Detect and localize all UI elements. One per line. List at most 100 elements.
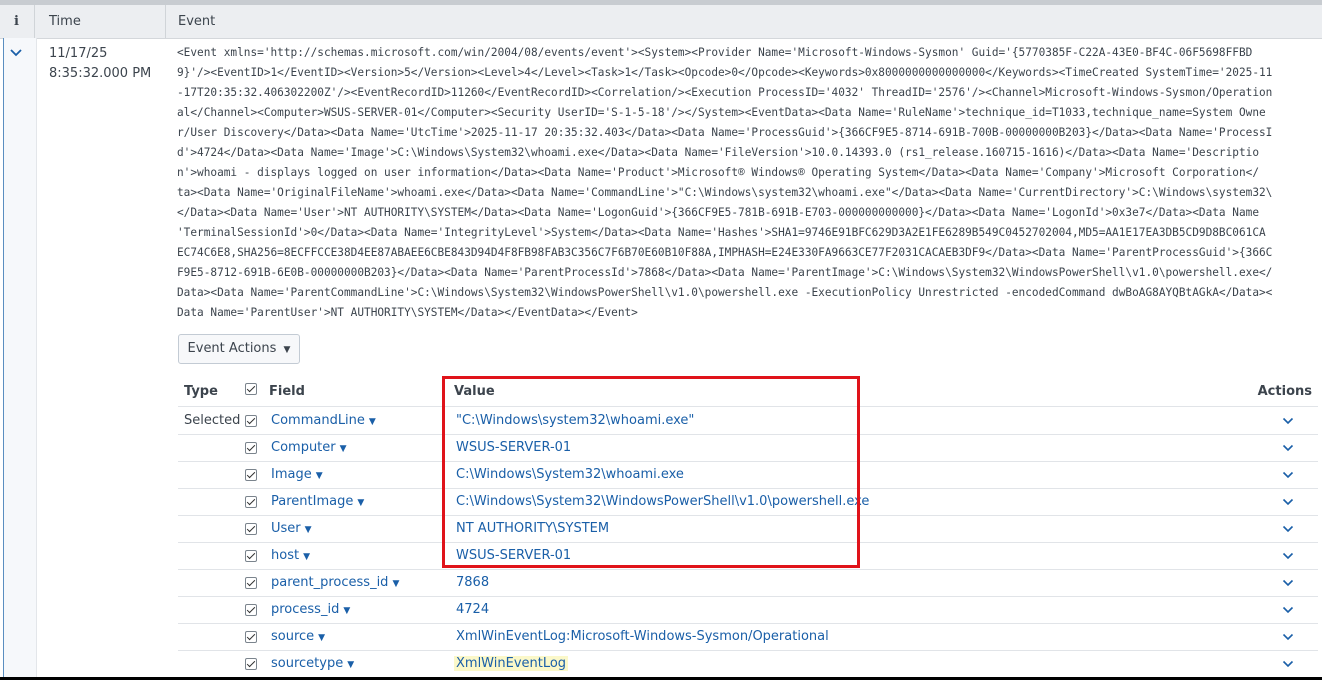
caret-down-icon: ▼ (347, 660, 355, 670)
event-actions-button[interactable]: Event Actions ▼ (178, 334, 300, 364)
field-actions-chevron-icon[interactable] (1282, 525, 1294, 533)
field-checkbox[interactable] (245, 415, 257, 427)
caret-down-icon: ▼ (283, 345, 291, 355)
field-row: source ▼ XmlWinEventLog:Microsoft-Windows-… (178, 623, 1318, 651)
caret-down-icon: ▼ (392, 579, 400, 589)
field-row: ParentImage ▼ C:\Windows\System32\WindowsP… (178, 488, 1318, 516)
selected-type-label: Selected (184, 413, 241, 428)
field-name-link[interactable]: CommandLine ▼ (271, 413, 376, 428)
field-name-link[interactable]: host ▼ (271, 548, 310, 563)
field-name-text: Image (271, 467, 312, 482)
field-row: Image ▼ C:\Windows\System32\whoami.exe (178, 461, 1318, 489)
field-row: User ▼ NT AUTHORITY\SYSTEM (178, 515, 1318, 543)
field-checkbox[interactable] (245, 469, 257, 481)
field-actions-chevron-icon[interactable] (1282, 660, 1294, 668)
event-time: 8:35:32.000 PM (49, 66, 152, 81)
raw-event-xml: <Event xmlns='http://schemas.microsoft.c… (177, 43, 1322, 323)
caret-down-icon: ▼ (315, 471, 323, 481)
fields-table-header: Type Field Value Actions (178, 376, 1318, 407)
type-column-header: Type (184, 384, 218, 399)
row-expand-gutter (3, 38, 37, 677)
field-actions-chevron-icon[interactable] (1282, 471, 1294, 479)
raw-event-line: Data Name='ParentUser'>NT AUTHORITY\SYST… (177, 306, 638, 319)
field-name-link[interactable]: process_id ▼ (271, 602, 350, 617)
field-name-link[interactable]: Computer ▼ (271, 440, 347, 455)
field-value-link[interactable]: XmlWinEventLog:Microsoft-Windows-Sysmon/… (456, 629, 829, 644)
field-name-text: process_id (271, 602, 340, 617)
field-checkbox[interactable] (245, 631, 257, 643)
field-name-link[interactable]: User ▼ (271, 521, 312, 536)
raw-event-line: n'>whoami - displays logged on user info… (177, 166, 1259, 179)
raw-event-line: al</Channel><Computer>WSUS-SERVER-01</Co… (177, 106, 1266, 119)
field-value-link[interactable]: 4724 (456, 602, 489, 617)
field-checkbox[interactable] (245, 604, 257, 616)
raw-event-line: Data><Data Name='ParentCommandLine'>C:\W… (177, 286, 1273, 299)
caret-down-icon: ▼ (304, 525, 312, 535)
field-row: parent_process_id ▼ 7868 (178, 569, 1318, 597)
value-column-header: Value (454, 384, 495, 399)
raw-event-line: </Data><Data Name='User'>NT AUTHORITY\SY… (177, 206, 1259, 219)
field-name-link[interactable]: Image ▼ (271, 467, 323, 482)
field-actions-chevron-icon[interactable] (1282, 444, 1294, 452)
field-name-link[interactable]: sourcetype ▼ (271, 656, 354, 671)
field-name-text: Computer (271, 440, 336, 455)
field-value-link[interactable]: 7868 (456, 575, 489, 590)
column-separator (165, 5, 166, 38)
raw-event-line: ta><Data Name='OriginalFileName'>whoami.… (177, 186, 1273, 199)
field-actions-chevron-icon[interactable] (1282, 633, 1294, 641)
field-checkbox[interactable] (245, 550, 257, 562)
field-name-link[interactable]: ParentImage ▼ (271, 494, 364, 509)
field-value-link[interactable]: C:\Windows\System32\WindowsPowerShell\v1… (456, 494, 869, 509)
field-checkbox[interactable] (245, 577, 257, 589)
field-value-link[interactable]: C:\Windows\System32\whoami.exe (456, 467, 684, 482)
caret-down-icon: ▼ (343, 606, 351, 616)
field-name-text: sourcetype (271, 656, 344, 671)
field-row: Selected CommandLine ▼ "C:\Windows\system32… (178, 407, 1318, 435)
search-results-panel: i Time Event 11/17/25 8:35:32.000 PM <Ev… (0, 0, 1322, 677)
field-value-link[interactable]: WSUS-SERVER-01 (456, 440, 571, 455)
field-name-text: CommandLine (271, 413, 365, 428)
collapse-chevron-icon[interactable] (9, 48, 23, 58)
field-name-link[interactable]: parent_process_id ▼ (271, 575, 399, 590)
raw-event-line: <Event xmlns='http://schemas.microsoft.c… (177, 46, 1253, 59)
raw-event-line: -17T20:35:32.406302200Z'/><EventRecordID… (177, 86, 1273, 99)
field-actions-chevron-icon[interactable] (1282, 606, 1294, 614)
field-value-link[interactable]: "C:\Windows\system32\whoami.exe" (456, 413, 694, 428)
caret-down-icon: ▼ (303, 552, 310, 562)
field-name-text: parent_process_id (271, 575, 389, 590)
actions-column-header: Actions (1257, 384, 1312, 399)
field-actions-chevron-icon[interactable] (1282, 498, 1294, 506)
time-column-header[interactable]: Time (49, 5, 81, 38)
field-checkbox[interactable] (245, 523, 257, 535)
field-name-text: host (271, 548, 300, 563)
field-value-link[interactable]: NT AUTHORITY\SYSTEM (456, 521, 609, 536)
field-actions-chevron-icon[interactable] (1282, 417, 1294, 425)
caret-down-icon: ▼ (318, 633, 326, 643)
event-actions-label: Event Actions (187, 341, 277, 356)
fields-table: Type Field Value Actions Selected Command… (178, 376, 1318, 677)
info-column-header[interactable]: i (14, 5, 19, 38)
field-value-link[interactable]: WSUS-SERVER-01 (456, 548, 571, 563)
field-row: Computer ▼ WSUS-SERVER-01 (178, 434, 1318, 462)
field-value-link[interactable]: XmlWinEventLog (454, 656, 569, 671)
raw-event-line: 'TerminalSessionId'>0</Data><Data Name='… (177, 226, 1266, 239)
field-name-text: ParentImage (271, 494, 354, 509)
raw-event-line: 9}'/><EventID>1</EventID><Version>5</Ver… (177, 66, 1273, 79)
caret-down-icon: ▼ (368, 417, 376, 427)
raw-event-line: F9E5-8712-691B-6E0B-00000000B203}</Data>… (177, 266, 1273, 279)
field-actions-chevron-icon[interactable] (1282, 552, 1294, 560)
select-all-checkbox[interactable] (245, 383, 257, 395)
column-separator (34, 5, 35, 38)
event-column-header[interactable]: Event (178, 5, 215, 38)
results-table-header: i Time Event (0, 5, 1322, 39)
field-column-header: Field (269, 384, 305, 399)
field-name-link[interactable]: source ▼ (271, 629, 325, 644)
field-actions-chevron-icon[interactable] (1282, 579, 1294, 587)
field-checkbox[interactable] (245, 442, 257, 454)
field-checkbox[interactable] (245, 496, 257, 508)
field-checkbox[interactable] (245, 658, 257, 670)
event-timestamp: 11/17/25 8:35:32.000 PM (49, 44, 151, 84)
raw-event-line: EC74C6E8,SHA256=8ECFFCCE38D4EE87ABAEE6CB… (177, 246, 1273, 259)
field-row: process_id ▼ 4724 (178, 596, 1318, 624)
raw-event-line: r/User Discovery</Data><Data Name='UtcTi… (177, 126, 1273, 139)
